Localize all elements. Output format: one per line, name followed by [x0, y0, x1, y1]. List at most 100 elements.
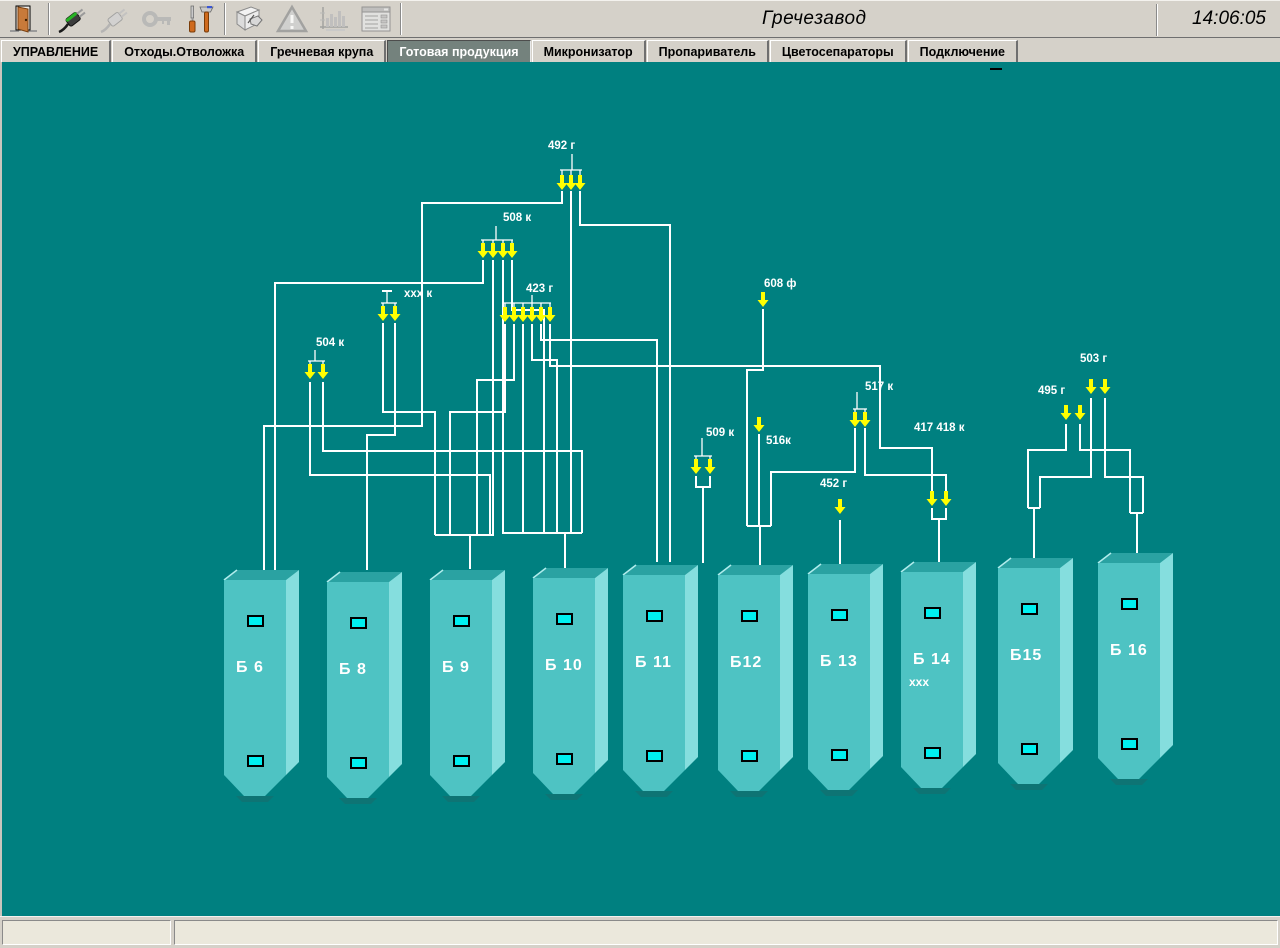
bin-silo-9[interactable]: Б15 [998, 558, 1073, 790]
plug-icon [56, 3, 92, 35]
tab-4[interactable]: Готовая продукция [387, 40, 530, 62]
route-line [477, 324, 514, 535]
warning-icon [274, 3, 310, 35]
trends-button[interactable] [313, 2, 355, 36]
report-button[interactable] [355, 2, 397, 36]
route-label: 452 г [820, 478, 847, 490]
tab-3[interactable]: Гречневая крупа [258, 40, 386, 62]
flow-arrow-down-icon [1086, 379, 1097, 394]
route-line [696, 476, 710, 487]
bin-shadow [635, 791, 673, 797]
route-line [1028, 424, 1066, 508]
toolbar: Гречезавод 14:06:05 [0, 0, 1280, 38]
bin-silo-8[interactable]: Б 14 ххх [901, 562, 976, 794]
bin-funnel [1098, 758, 1160, 779]
routing-diagram: Б 6 Б 8 Б 9 Б 10 Б 11 Б12 Б 13 Б 14 ххх Б15 Б 16 49… [2, 62, 1280, 916]
bin-level-sensor-bottom [248, 756, 263, 766]
tab-1[interactable]: УПРАВЛЕНИЕ [1, 40, 111, 62]
tab-2[interactable]: Отходы.Отволожка [112, 40, 257, 62]
route-point: 508 к [478, 212, 532, 258]
flow-arrow-down-icon [1061, 405, 1072, 420]
bin-label: Б 8 [339, 661, 367, 678]
bin-label: Б12 [730, 654, 762, 671]
bin-funnel [808, 769, 870, 790]
bin-funnel [327, 777, 389, 798]
tab-6[interactable]: Пропариватель [647, 40, 769, 62]
route-label: 503 г [1080, 353, 1107, 365]
route-line [865, 428, 946, 491]
key-button[interactable] [137, 2, 179, 36]
bin-front-face [808, 574, 870, 769]
bin-level-sensor-top [1022, 604, 1037, 614]
settings-button[interactable] [179, 2, 221, 36]
bin-level-sensor-top [925, 608, 940, 618]
bin-front-face [430, 580, 492, 775]
bin-silo-6[interactable]: Б12 [718, 565, 793, 797]
route-line [512, 260, 544, 533]
route-label: 508 к [503, 212, 531, 224]
tools-icon [182, 3, 218, 35]
bin-level-sensor-top [557, 614, 572, 624]
bin-side-face [595, 568, 608, 773]
bin-silo-4[interactable]: Б 10 [533, 568, 608, 800]
bin-silo-2[interactable]: Б 8 [327, 572, 402, 804]
bin-funnel [901, 767, 963, 788]
alarms-button[interactable] [271, 2, 313, 36]
route-point: 503 г [1080, 353, 1111, 394]
bin-side-face [780, 565, 793, 770]
bin-silo-10[interactable]: Б 16 [1098, 553, 1173, 785]
flow-arrow-down-icon [390, 306, 401, 321]
journal-icon [232, 3, 268, 35]
connect-button[interactable] [53, 2, 95, 36]
flow-arrow-down-icon [498, 243, 509, 258]
bin-silo-3[interactable]: Б 9 [430, 570, 505, 802]
tab-7[interactable]: Цветосепараторы [770, 40, 907, 62]
route-line [541, 324, 657, 562]
flow-arrow-down-icon [545, 307, 556, 322]
bin-level-sensor-bottom [925, 748, 940, 758]
bin-sublabel: ххх [909, 675, 929, 689]
bin-front-face [327, 582, 389, 777]
bin-shadow [236, 796, 274, 802]
flow-arrow-down-icon [318, 364, 329, 379]
route-line [550, 324, 932, 491]
flow-arrow-down-icon [478, 243, 489, 258]
toolbar-separator [1156, 4, 1158, 36]
bin-level-sensor-bottom [351, 758, 366, 768]
bin-silo-5[interactable]: Б 11 [623, 565, 698, 797]
bin-silo-1[interactable]: Б 6 [224, 570, 299, 802]
route-point: 492 г [548, 140, 586, 190]
door-icon [6, 3, 42, 35]
bin-side-face [492, 570, 505, 775]
flow-arrow-down-icon [691, 459, 702, 474]
disconnect-button[interactable] [95, 2, 137, 36]
bin-label: Б 11 [635, 654, 672, 671]
flow-arrow-down-icon [754, 417, 765, 432]
route-line [275, 260, 483, 570]
journal-button[interactable] [229, 2, 271, 36]
flow-arrow-down-icon [941, 491, 952, 506]
flow-arrow-down-icon [500, 307, 511, 322]
flow-arrow-down-icon [860, 412, 871, 427]
flow-arrow-down-icon [927, 491, 938, 506]
tab-8[interactable]: Подключение [908, 40, 1018, 62]
route-line [1105, 398, 1143, 513]
bin-shadow [913, 788, 951, 794]
tab-5[interactable]: Микронизатор [532, 40, 646, 62]
bin-front-face [1098, 563, 1160, 758]
flow-arrow-down-icon [705, 459, 716, 474]
exit-button[interactable] [3, 2, 45, 36]
route-line [264, 191, 562, 570]
route-label: 517 к [865, 381, 893, 393]
bin-side-face [389, 572, 402, 777]
route-point: 417 418 к [914, 422, 965, 506]
flow-arrow-down-icon [378, 306, 389, 321]
toolbar-separator [224, 3, 226, 35]
route-label: 516к [766, 435, 791, 447]
bin-label: Б 14 [913, 651, 951, 668]
plug-off-icon [98, 3, 134, 35]
bin-silo-7[interactable]: Б 13 [808, 564, 883, 796]
route-label: 492 г [548, 140, 575, 152]
status-panel-right [174, 920, 1278, 945]
flow-arrow-down-icon [835, 499, 846, 514]
